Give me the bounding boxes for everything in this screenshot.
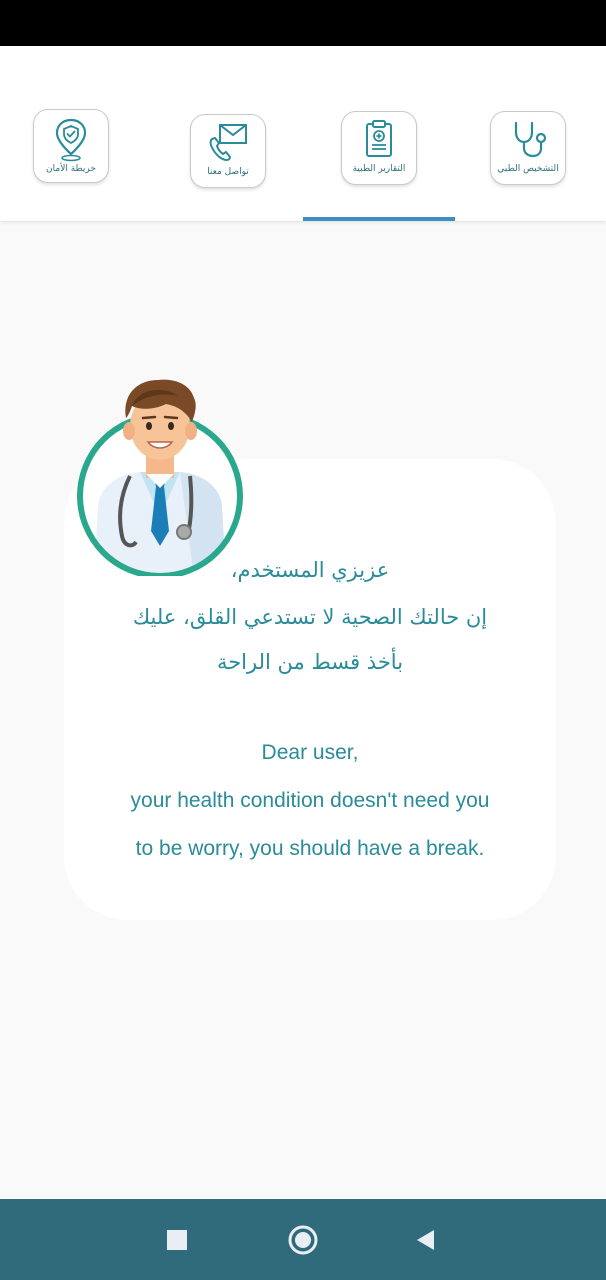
- status-bar: [0, 0, 606, 46]
- map-pin-shield-icon: [55, 118, 87, 162]
- envelope-phone-icon: [209, 124, 247, 161]
- home-button[interactable]: [287, 1224, 319, 1256]
- tab-safety-map[interactable]: خريطة الأمان: [33, 109, 109, 183]
- message-english-line-2: your health condition doesn't need you: [130, 789, 490, 812]
- message-english-line-1: Dear user,: [261, 741, 359, 764]
- square-icon: [167, 1230, 187, 1250]
- medical-clipboard-icon: [366, 120, 392, 157]
- tab-label-safety: خريطة الأمان: [46, 164, 96, 174]
- tab-medical-reports[interactable]: التقارير الطبية: [341, 111, 417, 185]
- back-button[interactable]: [414, 1228, 436, 1252]
- circle-icon: [288, 1225, 318, 1255]
- stethoscope-icon: [514, 121, 547, 158]
- message-english-line-3: to be worry, you should have a break.: [135, 837, 485, 860]
- top-tab-bar: خريطة الأمان تواصل معنا التقارير الطبية …: [0, 46, 606, 221]
- message-arabic-line-1: عزيزي المستخدم،: [230, 558, 390, 582]
- tab-label-contact: تواصل معنا: [207, 167, 249, 177]
- recents-button[interactable]: [166, 1229, 188, 1251]
- tab-contact-us[interactable]: تواصل معنا: [190, 114, 266, 188]
- message-arabic-line-3: بأخذ قسط من الراحة: [216, 650, 404, 674]
- message-arabic-line-2: إن حالتك الصحية لا تستدعي القلق، عليك: [132, 605, 488, 629]
- triangle-back-icon: [417, 1230, 434, 1250]
- active-tab-indicator: [303, 217, 455, 221]
- tab-label-diagnosis: التشخيص الطبي: [497, 164, 559, 174]
- system-navigation-bar: [0, 1199, 606, 1280]
- doctor-avatar: [77, 379, 243, 576]
- tab-label-reports: التقارير الطبية: [352, 164, 406, 174]
- tab-medical-diagnosis[interactable]: التشخيص الطبي: [490, 111, 566, 185]
